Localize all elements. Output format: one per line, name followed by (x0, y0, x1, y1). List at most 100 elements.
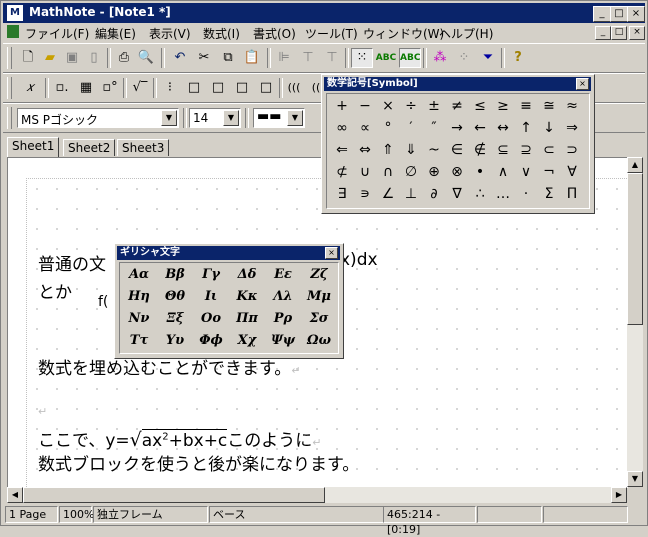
symbol-button[interactable]: ∧ (492, 161, 514, 183)
molecule-icon[interactable]: ⁂ (429, 48, 451, 68)
font-size-select[interactable]: 14 ▼ (189, 108, 241, 128)
tab-sheet1[interactable]: Sheet1 (7, 137, 60, 157)
doc-menu-icon[interactable] (7, 25, 19, 38)
symbol-button[interactable]: × (377, 95, 399, 117)
toolbar-grip[interactable] (7, 107, 12, 129)
title-bar[interactable]: M MathNote - [Note1 *] _ □ × (3, 3, 645, 23)
greek-letter-button[interactable]: Λλ (265, 286, 301, 308)
symbol-button[interactable]: ≥ (492, 95, 514, 117)
symbol-button[interactable]: ← (469, 117, 491, 139)
tab-sheet3[interactable]: Sheet3 (117, 139, 170, 156)
greek-letter-button[interactable]: Μμ (301, 286, 337, 308)
save-icon[interactable]: ▣ (61, 48, 83, 68)
toolbar-grip[interactable] (7, 47, 12, 69)
scroll-thumb[interactable] (627, 173, 643, 325)
greek-letter-button[interactable]: Ηη (121, 286, 157, 308)
sqrt-icon[interactable]: √‾ (129, 78, 151, 98)
greek-letter-button[interactable]: Θθ (157, 286, 193, 308)
scroll-up-icon[interactable]: ▲ (627, 157, 643, 173)
box2-icon[interactable]: □ (207, 78, 229, 98)
symbol-button[interactable]: ⇔ (354, 139, 376, 161)
formula-integral-tail[interactable]: x)dx (340, 250, 378, 270)
close-icon[interactable]: × (325, 247, 338, 259)
symbol-button[interactable]: ⇐ (331, 139, 353, 161)
close-button[interactable]: × (627, 6, 645, 22)
doc-line-2[interactable]: とか f( (38, 278, 108, 310)
symbol-button[interactable]: Π (561, 183, 583, 205)
menu-formula[interactable]: 数式(I) (203, 25, 240, 42)
align-center-icon[interactable]: ⊤ (297, 48, 319, 68)
greek-letter-button[interactable]: Γγ (193, 264, 229, 286)
formula-fragment[interactable]: f( (98, 294, 108, 310)
horizontal-scrollbar[interactable]: ◀ ▶ (7, 487, 627, 503)
symbol-button[interactable]: ∂ (423, 183, 445, 205)
symbol-button[interactable]: ∍ (354, 183, 376, 205)
greek-letter-button[interactable]: Ιι (193, 286, 229, 308)
greek-letter-button[interactable]: Χχ (229, 330, 265, 352)
greek-letter-button[interactable]: Υυ (157, 330, 193, 352)
symbol-button[interactable]: ↔ (492, 117, 514, 139)
close-icon[interactable]: × (576, 78, 589, 90)
symbol-button[interactable]: • (469, 161, 491, 183)
doc-line-4[interactable]: ここで、y=√ax2+bx+cこのように↵ (38, 426, 322, 451)
greek-letter-button[interactable]: Νν (121, 308, 157, 330)
symbol-button[interactable]: ⇒ (561, 117, 583, 139)
symbol-palette-title[interactable]: 数学記号[Symbol] (324, 77, 591, 91)
symbol-button[interactable]: ′ (400, 117, 422, 139)
formula-abc2-icon[interactable]: ABC (399, 48, 421, 68)
print-preview-icon[interactable]: 🔍 (135, 48, 157, 68)
undo-icon[interactable]: ↶ (169, 48, 191, 68)
symbol-button[interactable]: … (492, 183, 514, 205)
greek-letter-button[interactable]: Εε (265, 264, 301, 286)
scroll-right-icon[interactable]: ▶ (611, 487, 627, 503)
symbol-button[interactable]: ∇ (446, 183, 468, 205)
greek-letter-button[interactable]: Ξξ (157, 308, 193, 330)
subscript-icon[interactable]: ▫. (51, 78, 73, 98)
toolbar-grip[interactable] (7, 77, 12, 99)
symbol-button[interactable]: ∠ (377, 183, 399, 205)
cut-icon[interactable]: ✂ (193, 48, 215, 68)
fraction-icon[interactable]: ▦ (75, 78, 97, 98)
greek-letter-button[interactable]: Ρρ (265, 308, 301, 330)
menu-view[interactable]: 表示(V) (149, 25, 191, 42)
symbol-button[interactable]: ⊄ (331, 161, 353, 183)
greek-letter-button[interactable]: Σσ (301, 308, 337, 330)
greek-letter-button[interactable]: Αα (121, 264, 157, 286)
line-style-select[interactable]: ▬▬ ▼ (253, 108, 305, 128)
chevron-down-icon[interactable]: ▼ (223, 110, 239, 126)
align-right-icon[interactable]: ⊤ (321, 48, 343, 68)
hscroll-thumb[interactable] (23, 487, 325, 503)
symbol-button[interactable]: ⊃ (561, 139, 583, 161)
symbol-button[interactable]: ⊂ (538, 139, 560, 161)
symbol-button[interactable]: ↓ (538, 117, 560, 139)
menu-edit[interactable]: 編集(E) (95, 25, 136, 42)
symbol-palette[interactable]: 数学記号[Symbol] × + − × ÷ ± ≠ ≤ ≥ ≡ ≅ ≈ ∞ ∝ ° ′ ″ → ← ↔ ↑ ↓ ⇒ ⇐ ⇔ ⇑… (321, 74, 595, 214)
symbol-button[interactable]: ⇓ (400, 139, 422, 161)
minimize-button[interactable]: _ (593, 6, 611, 22)
symbol-button[interactable]: ∴ (469, 183, 491, 205)
symbol-button[interactable]: ≈ (561, 95, 583, 117)
symbol-button[interactable]: ∃ (331, 183, 353, 205)
doc-line-1[interactable]: 普通の文 x)dx (38, 250, 378, 275)
scroll-down-icon[interactable]: ▼ (627, 471, 643, 487)
page-icon[interactable]: ▯ (83, 48, 105, 68)
symbol-button[interactable]: ∨ (515, 161, 537, 183)
help-icon[interactable]: ? (507, 48, 529, 68)
tab-sheet2[interactable]: Sheet2 (63, 139, 116, 156)
symbol-button[interactable]: ″ (423, 117, 445, 139)
greek-palette-title[interactable]: ギリシャ文字 (117, 246, 340, 260)
symbol-button[interactable]: ± (423, 95, 445, 117)
vertical-scrollbar[interactable]: ▲ ▼ (627, 157, 643, 487)
copy-icon[interactable]: ⧉ (217, 48, 239, 68)
formula-abc-icon[interactable]: ABC (375, 48, 397, 68)
symbol-button[interactable]: ∉ (469, 139, 491, 161)
box4-icon[interactable]: □ (255, 78, 277, 98)
chevron-down-icon[interactable]: ▼ (287, 110, 303, 126)
matrix-icon[interactable]: ⁝ (159, 78, 181, 98)
chevron-down-icon[interactable]: ▼ (161, 110, 177, 126)
grid-icon[interactable]: ⁙ (351, 48, 373, 68)
symbol-button[interactable]: − (354, 95, 376, 117)
symbol-button[interactable]: ∈ (446, 139, 468, 161)
print-icon[interactable]: ⎙ (113, 48, 135, 68)
formula-sqrt-block[interactable]: ax2+bx+c (141, 429, 228, 451)
